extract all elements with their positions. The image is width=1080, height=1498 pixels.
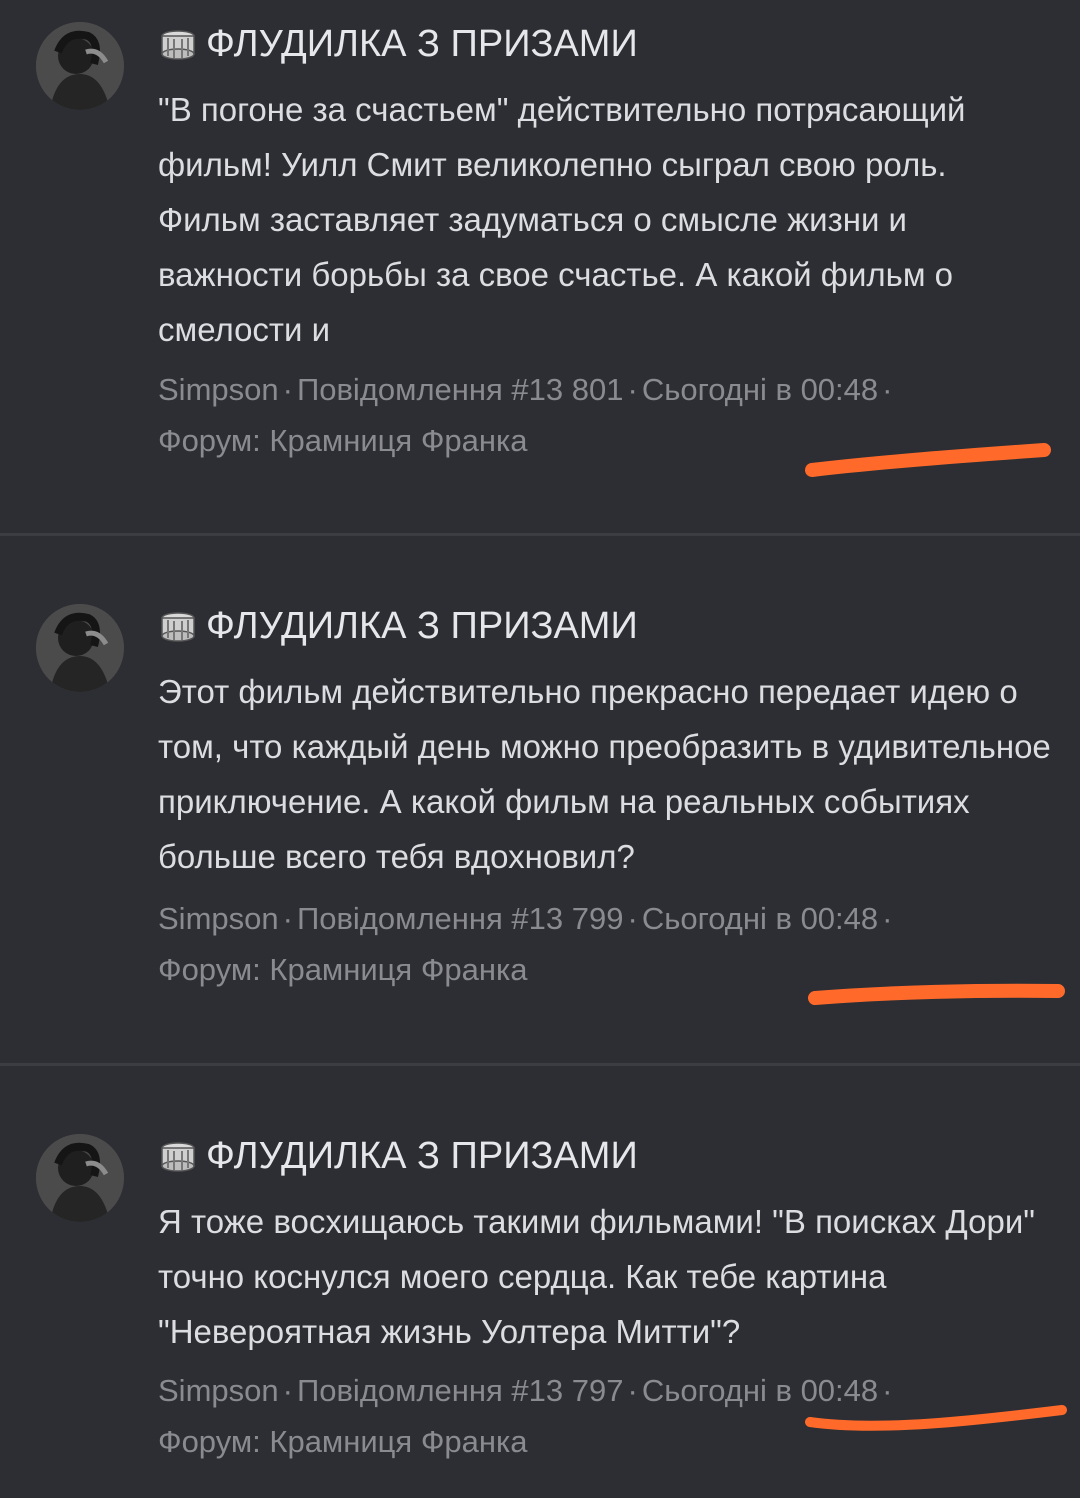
post-forum[interactable]: Форум: Крамниця Франка [158, 423, 528, 458]
meta-separator: · [282, 901, 293, 936]
meta-separator: · [627, 372, 638, 407]
avatar[interactable] [36, 1134, 124, 1222]
thread-title[interactable]: ФЛУДИЛКА З ПРИЗАМИ [158, 21, 638, 67]
post-item[interactable]: ФЛУДИЛКА З ПРИЗАМИ Этот фильм действител… [0, 536, 1080, 1066]
post-forum[interactable]: Форум: Крамниця Франка [158, 952, 528, 987]
post-meta: Simpson · Повідомлення #13 797 · Сьогодні в … [158, 1365, 1058, 1467]
post-item[interactable]: ФЛУДИЛКА З ПРИЗАМИ Я тоже восхищаюсь так… [0, 1066, 1080, 1498]
meta-separator: · [627, 901, 638, 936]
meta-separator: · [882, 901, 893, 936]
post-message-number[interactable]: Повідомлення #13 797 [297, 1373, 624, 1408]
post-time: Сьогодні в 00:48 [641, 1373, 879, 1408]
thread-title-text: ФЛУДИЛКА З ПРИЗАМИ [206, 1135, 638, 1177]
post-time: Сьогодні в 00:48 [641, 372, 879, 407]
meta-separator: · [627, 1373, 638, 1408]
post-meta: Simpson · Повідомлення #13 799 · Сьогодні в … [158, 893, 1058, 995]
meta-separator: · [282, 1373, 293, 1408]
thread-title[interactable]: ФЛУДИЛКА З ПРИЗАМИ [158, 1133, 638, 1179]
avatar-image [36, 22, 124, 110]
post-message-number[interactable]: Повідомлення #13 799 [297, 901, 624, 936]
post-message-number[interactable]: Повідомлення #13 801 [297, 372, 624, 407]
post-forum[interactable]: Форум: Крамниця Франка [158, 1424, 528, 1459]
meta-separator: · [882, 1373, 893, 1408]
post-text: Этот фильм действительно прекрасно перед… [158, 673, 1051, 875]
coins-stack-icon [158, 27, 198, 61]
post-author[interactable]: Simpson [158, 1373, 279, 1408]
meta-separator: · [282, 372, 293, 407]
avatar-image [36, 604, 124, 692]
thread-title-text: ФЛУДИЛКА З ПРИЗАМИ [206, 605, 638, 647]
avatar-image [36, 1134, 124, 1222]
post-author[interactable]: Simpson [158, 901, 279, 936]
avatar[interactable] [36, 22, 124, 110]
post-author[interactable]: Simpson [158, 372, 279, 407]
post-meta: Simpson · Повідомлення #13 801 · Сьогодні в … [158, 364, 1058, 466]
thread-title-text: ФЛУДИЛКА З ПРИЗАМИ [206, 23, 638, 65]
coins-stack-icon [158, 1139, 198, 1173]
post-text: "В погоне за счастьем" действительно пот… [158, 91, 966, 348]
post-text: Я тоже восхищаюсь такими фильмами! "В по… [158, 1203, 1035, 1350]
post-time: Сьогодні в 00:48 [641, 901, 879, 936]
post-item[interactable]: ФЛУДИЛКА З ПРИЗАМИ "В погоне за счастьем… [0, 0, 1080, 530]
thread-title[interactable]: ФЛУДИЛКА З ПРИЗАМИ [158, 603, 638, 649]
coins-stack-icon [158, 609, 198, 643]
meta-separator: · [882, 372, 893, 407]
avatar[interactable] [36, 604, 124, 692]
